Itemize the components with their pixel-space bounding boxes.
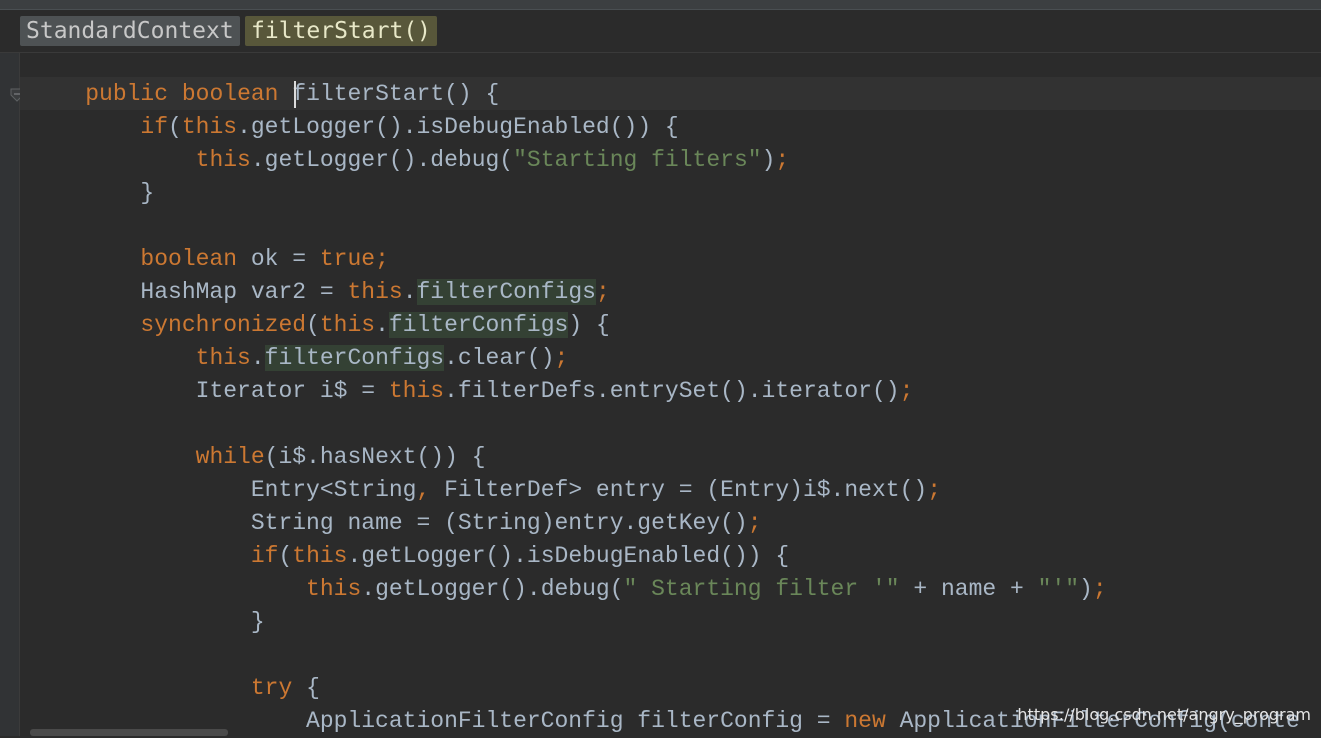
code-line: if(this.getLogger().isDebugEnabled()) { — [140, 114, 679, 140]
breadcrumb-method[interactable]: filterStart() — [245, 16, 438, 46]
code-line: public boolean filterStart() { — [85, 81, 500, 107]
usage-highlight: filterConfigs — [388, 312, 569, 338]
code-line: while(i$.hasNext()) { — [195, 444, 486, 470]
top-toolbar-strip — [0, 0, 1321, 10]
code-line: this.getLogger().debug(" Starting filter… — [306, 576, 1107, 602]
code-line: this.filterConfigs.clear(); — [195, 345, 569, 371]
code-line: HashMap var2 = this.filterConfigs; — [140, 279, 610, 305]
breadcrumb: StandardContext filterStart() — [0, 10, 1321, 53]
code-line: synchronized(this.filterConfigs) { — [140, 312, 610, 338]
editor-gutter[interactable] — [0, 53, 20, 736]
code-line: Entry<String, FilterDef> entry = (Entry)… — [250, 477, 941, 503]
usage-highlight: filterConfigs — [264, 345, 445, 371]
code-editor[interactable]: public boolean filterStart() { if(this.g… — [30, 78, 1300, 738]
code-line: boolean ok = true; — [140, 246, 389, 272]
code-line: if(this.getLogger().isDebugEnabled()) { — [250, 543, 790, 569]
code-line: Iterator i$ = this.filterDefs.entrySet()… — [195, 378, 914, 404]
code-line: String name = (String)entry.getKey(); — [250, 510, 762, 536]
code-line: this.getLogger().debug("Starting filters… — [195, 147, 790, 173]
watermark: https://blog.csdn.net/angry_program — [1017, 705, 1311, 724]
horizontal-scrollbar[interactable] — [30, 729, 228, 736]
code-line: } — [140, 180, 155, 206]
code-line: } — [250, 609, 265, 635]
code-line: try { — [250, 675, 320, 701]
breadcrumb-class[interactable]: StandardContext — [20, 16, 240, 46]
text-caret — [294, 81, 296, 108]
usage-highlight: filterConfigs — [416, 279, 596, 305]
